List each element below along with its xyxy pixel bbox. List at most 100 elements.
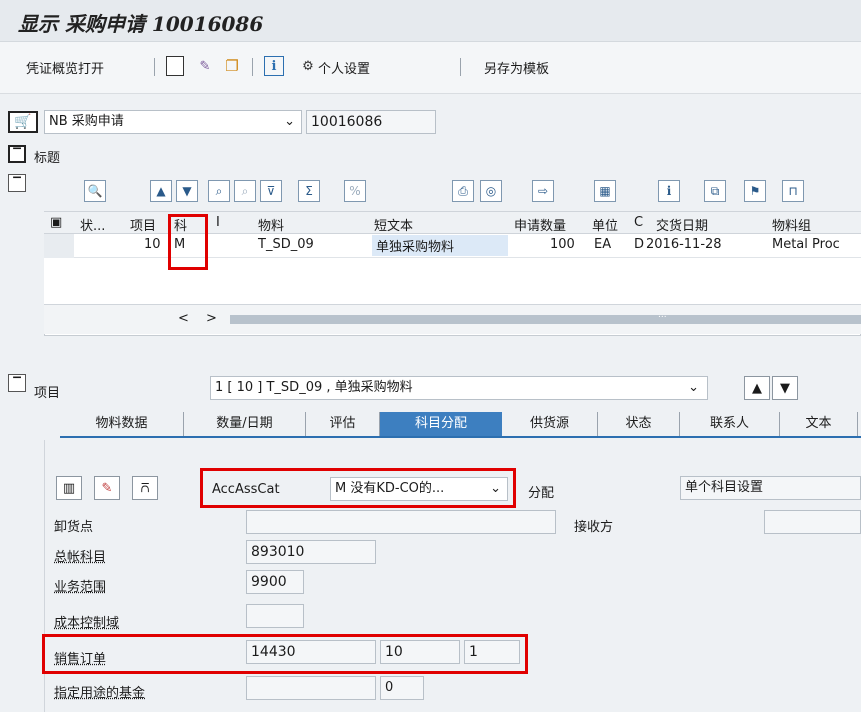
recipient-field[interactable] bbox=[764, 510, 861, 534]
heading-toggle-icon[interactable]: ▔ bbox=[8, 145, 26, 163]
earmarked-funds-label: 指定用途的基金 bbox=[54, 686, 146, 701]
cell-unit[interactable]: EA bbox=[594, 237, 611, 252]
doc-type-select[interactable]: NB 采购申请 ⌄ bbox=[44, 110, 302, 134]
edit-pencil-icon[interactable]: ✎ bbox=[94, 476, 120, 500]
chevron-down-icon: ⌄ bbox=[284, 114, 295, 129]
item-select-value: 1 [ 10 ] T_SD_09 , 单独采购物料 bbox=[215, 380, 413, 395]
cell-c[interactable]: D bbox=[634, 237, 644, 252]
gl-account-field[interactable]: 893010 bbox=[246, 540, 376, 564]
title-bar: 显示 采购申请 10016086 bbox=[0, 0, 861, 42]
tab-contact-person[interactable]: 联系人 bbox=[680, 412, 780, 436]
col-short-text[interactable]: 短文本 bbox=[374, 215, 413, 234]
select-all-icon[interactable]: ▣ bbox=[50, 215, 62, 230]
tab-valuation[interactable]: 评估 bbox=[306, 412, 380, 436]
new-document-icon[interactable] bbox=[166, 56, 184, 76]
filter-icon[interactable]: ⊽ bbox=[260, 180, 282, 202]
scroll-right-arrow[interactable]: > bbox=[206, 311, 217, 326]
personal-settings-icon[interactable]: ⚙ bbox=[298, 56, 318, 76]
scroll-thumb[interactable]: ... bbox=[230, 310, 861, 324]
col-unit[interactable]: 单位 bbox=[592, 215, 618, 234]
cart-icon[interactable]: 🛒 bbox=[8, 111, 38, 133]
grid-header: ▣ 状... 项目 科 I 物料 短文本 申请数量 单位 C 交货日期 物料组 bbox=[44, 212, 861, 234]
toolbar-separator bbox=[252, 58, 253, 76]
lock-icon[interactable]: ⊓ bbox=[782, 180, 804, 202]
col-i[interactable]: I bbox=[216, 215, 220, 230]
previous-item-button[interactable]: ▲ bbox=[744, 376, 770, 400]
highlight-account-column bbox=[168, 214, 208, 270]
cell-material[interactable]: T_SD_09 bbox=[258, 237, 314, 252]
grid-toolbar: 🔍 ▲ ▼ ⌕ ⌕ ⊽ Σ % ⎙ ◎ ⇨ ▦ i ⧉ ⚑ ⊓ bbox=[44, 174, 861, 212]
tab-source-of-supply[interactable]: 供货源 bbox=[502, 412, 598, 436]
layout-icon[interactable]: ▦ bbox=[594, 180, 616, 202]
col-quantity[interactable]: 申请数量 bbox=[514, 215, 566, 234]
horizontal-scrollbar[interactable]: < > ... bbox=[44, 304, 861, 334]
views-icon[interactable]: ◎ bbox=[480, 180, 502, 202]
other-document-icon[interactable]: ❐ bbox=[222, 56, 242, 76]
items-toggle-icon[interactable]: ▔ bbox=[8, 174, 26, 192]
row-selector[interactable] bbox=[44, 234, 74, 258]
cell-short-text[interactable]: 单独采购物料 bbox=[372, 235, 508, 256]
col-item[interactable]: 项目 bbox=[130, 215, 156, 234]
doc-number-field[interactable]: 10016086 bbox=[306, 110, 436, 134]
cell-material-group[interactable]: Metal Proc bbox=[772, 237, 840, 252]
gl-account-label: 总帐科目 bbox=[54, 550, 107, 565]
co-area-field[interactable] bbox=[246, 604, 304, 628]
cell-item[interactable]: 10 bbox=[144, 237, 161, 252]
item-detail-tabs: 物料数据 数量/日期 评估 科目分配 供货源 状态 联系人 文本 bbox=[60, 412, 861, 438]
business-area-field[interactable]: 9900 bbox=[246, 570, 304, 594]
distribution-icon[interactable]: ⩃ bbox=[132, 476, 158, 500]
recipient-label: 接收方 bbox=[574, 520, 614, 535]
find-icon[interactable]: ⌕ bbox=[208, 180, 230, 202]
details-icon[interactable]: 🔍 bbox=[84, 180, 106, 202]
highlight-acc-ass-cat bbox=[200, 468, 516, 508]
chevron-down-icon: ⌄ bbox=[688, 380, 699, 395]
tab-account-assignment[interactable]: 科目分配 bbox=[380, 412, 502, 436]
tab-status[interactable]: 状态 bbox=[598, 412, 680, 436]
next-item-button[interactable]: ▼ bbox=[772, 376, 798, 400]
earmarked-funds-item-field[interactable]: 0 bbox=[380, 676, 424, 700]
display-change-icon[interactable]: ✎ bbox=[194, 56, 216, 76]
col-delivery-date[interactable]: 交货日期 bbox=[656, 215, 708, 234]
subtotal-icon[interactable]: % bbox=[344, 180, 366, 202]
save-as-template-button[interactable]: 另存为模板 bbox=[484, 58, 549, 77]
sort-ascending-icon[interactable]: ▲ bbox=[150, 180, 172, 202]
table-row[interactable]: 10 M T_SD_09 单独采购物料 100 EA D 2016-11-28 … bbox=[44, 234, 861, 258]
distribution-label: 分配 bbox=[528, 486, 555, 501]
item-select[interactable]: 1 [ 10 ] T_SD_09 , 单独采购物料 ⌄ bbox=[210, 376, 708, 400]
grid-info-icon[interactable]: i bbox=[658, 180, 680, 202]
tab-quantity-date[interactable]: 数量/日期 bbox=[184, 412, 306, 436]
unloading-point-label: 卸货点 bbox=[54, 520, 94, 535]
info-icon[interactable]: i bbox=[264, 56, 284, 76]
sort-descending-icon[interactable]: ▼ bbox=[176, 180, 198, 202]
col-material-group[interactable]: 物料组 bbox=[772, 215, 811, 234]
earmarked-funds-field[interactable] bbox=[246, 676, 376, 700]
col-c[interactable]: C bbox=[634, 215, 643, 230]
item-detail-toggle-icon[interactable]: ▔ bbox=[8, 374, 26, 392]
distribution-field[interactable]: 单个科目设置 bbox=[680, 476, 861, 500]
heading-label: 标题 bbox=[34, 151, 61, 166]
page-title: 显示 采购申请 10016086 bbox=[18, 12, 264, 36]
copy-icon[interactable]: ⧉ bbox=[704, 180, 726, 202]
toolbar-separator bbox=[460, 58, 461, 76]
sum-icon[interactable]: Σ bbox=[298, 180, 320, 202]
column-settings-icon[interactable]: ⚑ bbox=[744, 180, 766, 202]
export-icon[interactable]: ⇨ bbox=[532, 180, 554, 202]
personal-settings-button[interactable]: 个人设置 bbox=[318, 58, 370, 77]
unloading-point-field[interactable] bbox=[246, 510, 556, 534]
cell-quantity[interactable]: 100 bbox=[550, 237, 575, 252]
highlight-sales-order bbox=[42, 634, 528, 674]
tab-material-data[interactable]: 物料数据 bbox=[60, 412, 184, 436]
overview-button[interactable]: 凭证概览打开 bbox=[26, 58, 104, 77]
doc-type-value: NB 采购申请 bbox=[49, 114, 124, 129]
multiple-account-icon[interactable]: ▥ bbox=[56, 476, 82, 500]
find-next-icon[interactable]: ⌕ bbox=[234, 180, 256, 202]
scroll-left-arrow[interactable]: < bbox=[178, 311, 189, 326]
empty-rows bbox=[44, 258, 861, 304]
tab-texts[interactable]: 文本 bbox=[780, 412, 858, 436]
col-status[interactable]: 状... bbox=[80, 215, 105, 234]
col-material[interactable]: 物料 bbox=[258, 215, 284, 234]
scroll-thumb-grip: ... bbox=[658, 310, 667, 320]
print-icon[interactable]: ⎙ bbox=[452, 180, 474, 202]
business-area-label: 业务范围 bbox=[54, 580, 107, 595]
cell-delivery-date[interactable]: 2016-11-28 bbox=[646, 237, 722, 252]
